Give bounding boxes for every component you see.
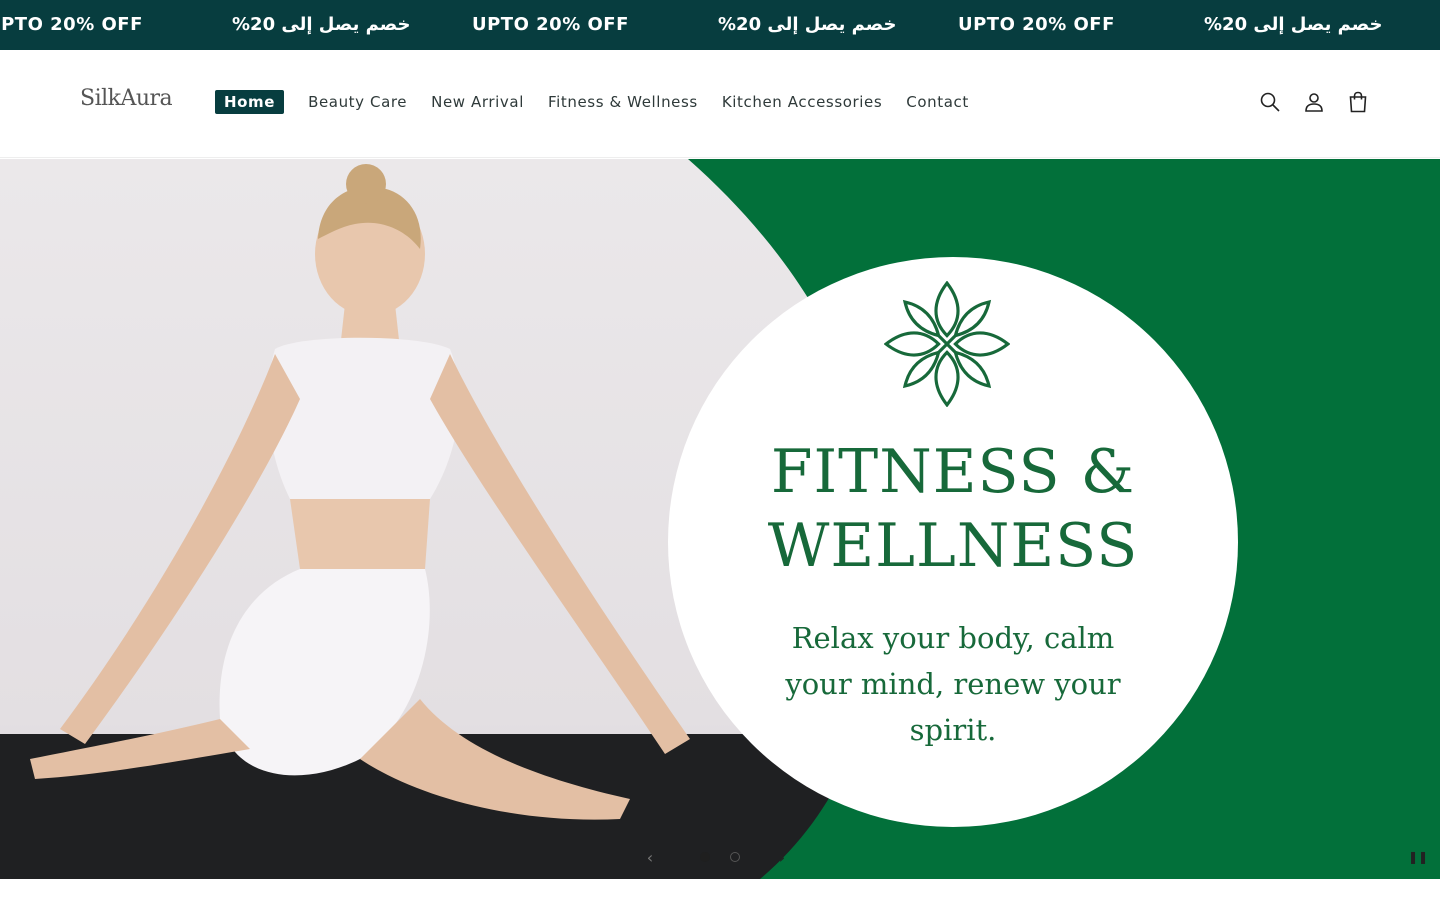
announcement-item: خصم يصل إلى 20% bbox=[232, 14, 411, 35]
hero-subtitle-line-2: your mind, renew your bbox=[785, 667, 1121, 701]
nav-item-home[interactable]: Home bbox=[215, 90, 285, 114]
nav-item-kitchen-accessories[interactable]: Kitchen Accessories bbox=[722, 93, 882, 111]
announcement-item: خصم يصل إلى 20% bbox=[1204, 14, 1383, 35]
slider-dot-1[interactable] bbox=[700, 852, 710, 862]
header-icons bbox=[1238, 90, 1370, 114]
emblem-icon bbox=[884, 281, 1010, 407]
site-header: SilkAura Home Beauty Care New Arrival Fi… bbox=[0, 50, 1440, 158]
pause-icon[interactable]: ❚❚ bbox=[1396, 835, 1440, 879]
slider-dot-2[interactable] bbox=[730, 852, 740, 862]
account-icon[interactable] bbox=[1302, 90, 1326, 114]
nav-item-fitness-wellness[interactable]: Fitness & Wellness bbox=[548, 93, 698, 111]
announcement-item: UPTO 20% OFF bbox=[472, 14, 629, 35]
hero-banner[interactable]: FITNESS & WELLNESS Relax your body, calm… bbox=[0, 159, 1440, 879]
search-icon[interactable] bbox=[1258, 90, 1282, 114]
cart-icon[interactable] bbox=[1346, 90, 1370, 114]
nav-item-beauty-care[interactable]: Beauty Care bbox=[308, 93, 407, 111]
hero-title-line-1: FITNESS & bbox=[770, 437, 1136, 507]
announcement-item: UPTO 20% OFF bbox=[958, 14, 1115, 35]
nav-item-contact[interactable]: Contact bbox=[906, 93, 969, 111]
announcement-item: UPTO 20% OFF bbox=[0, 14, 143, 35]
hero-title-line-2: WELLNESS bbox=[767, 511, 1139, 581]
chevron-left-icon[interactable]: ‹ bbox=[640, 847, 660, 867]
nav-item-new-arrival[interactable]: New Arrival bbox=[431, 93, 524, 111]
main-nav: Home Beauty Care New Arrival Fitness & W… bbox=[215, 90, 993, 114]
hero-subtitle-line-1: Relax your body, calm bbox=[791, 621, 1115, 655]
announcement-item: خصم يصل إلى 20% bbox=[718, 14, 897, 35]
chevron-right-icon[interactable]: › bbox=[772, 847, 792, 867]
hero-subtitle-line-3: spirit. bbox=[909, 713, 997, 747]
slider-controls: ‹ › bbox=[640, 847, 792, 867]
site-logo[interactable]: SilkAura bbox=[80, 86, 173, 111]
announcement-bar: UPTO 20% OFF خصم يصل إلى 20% UPTO 20% OF… bbox=[0, 0, 1440, 50]
